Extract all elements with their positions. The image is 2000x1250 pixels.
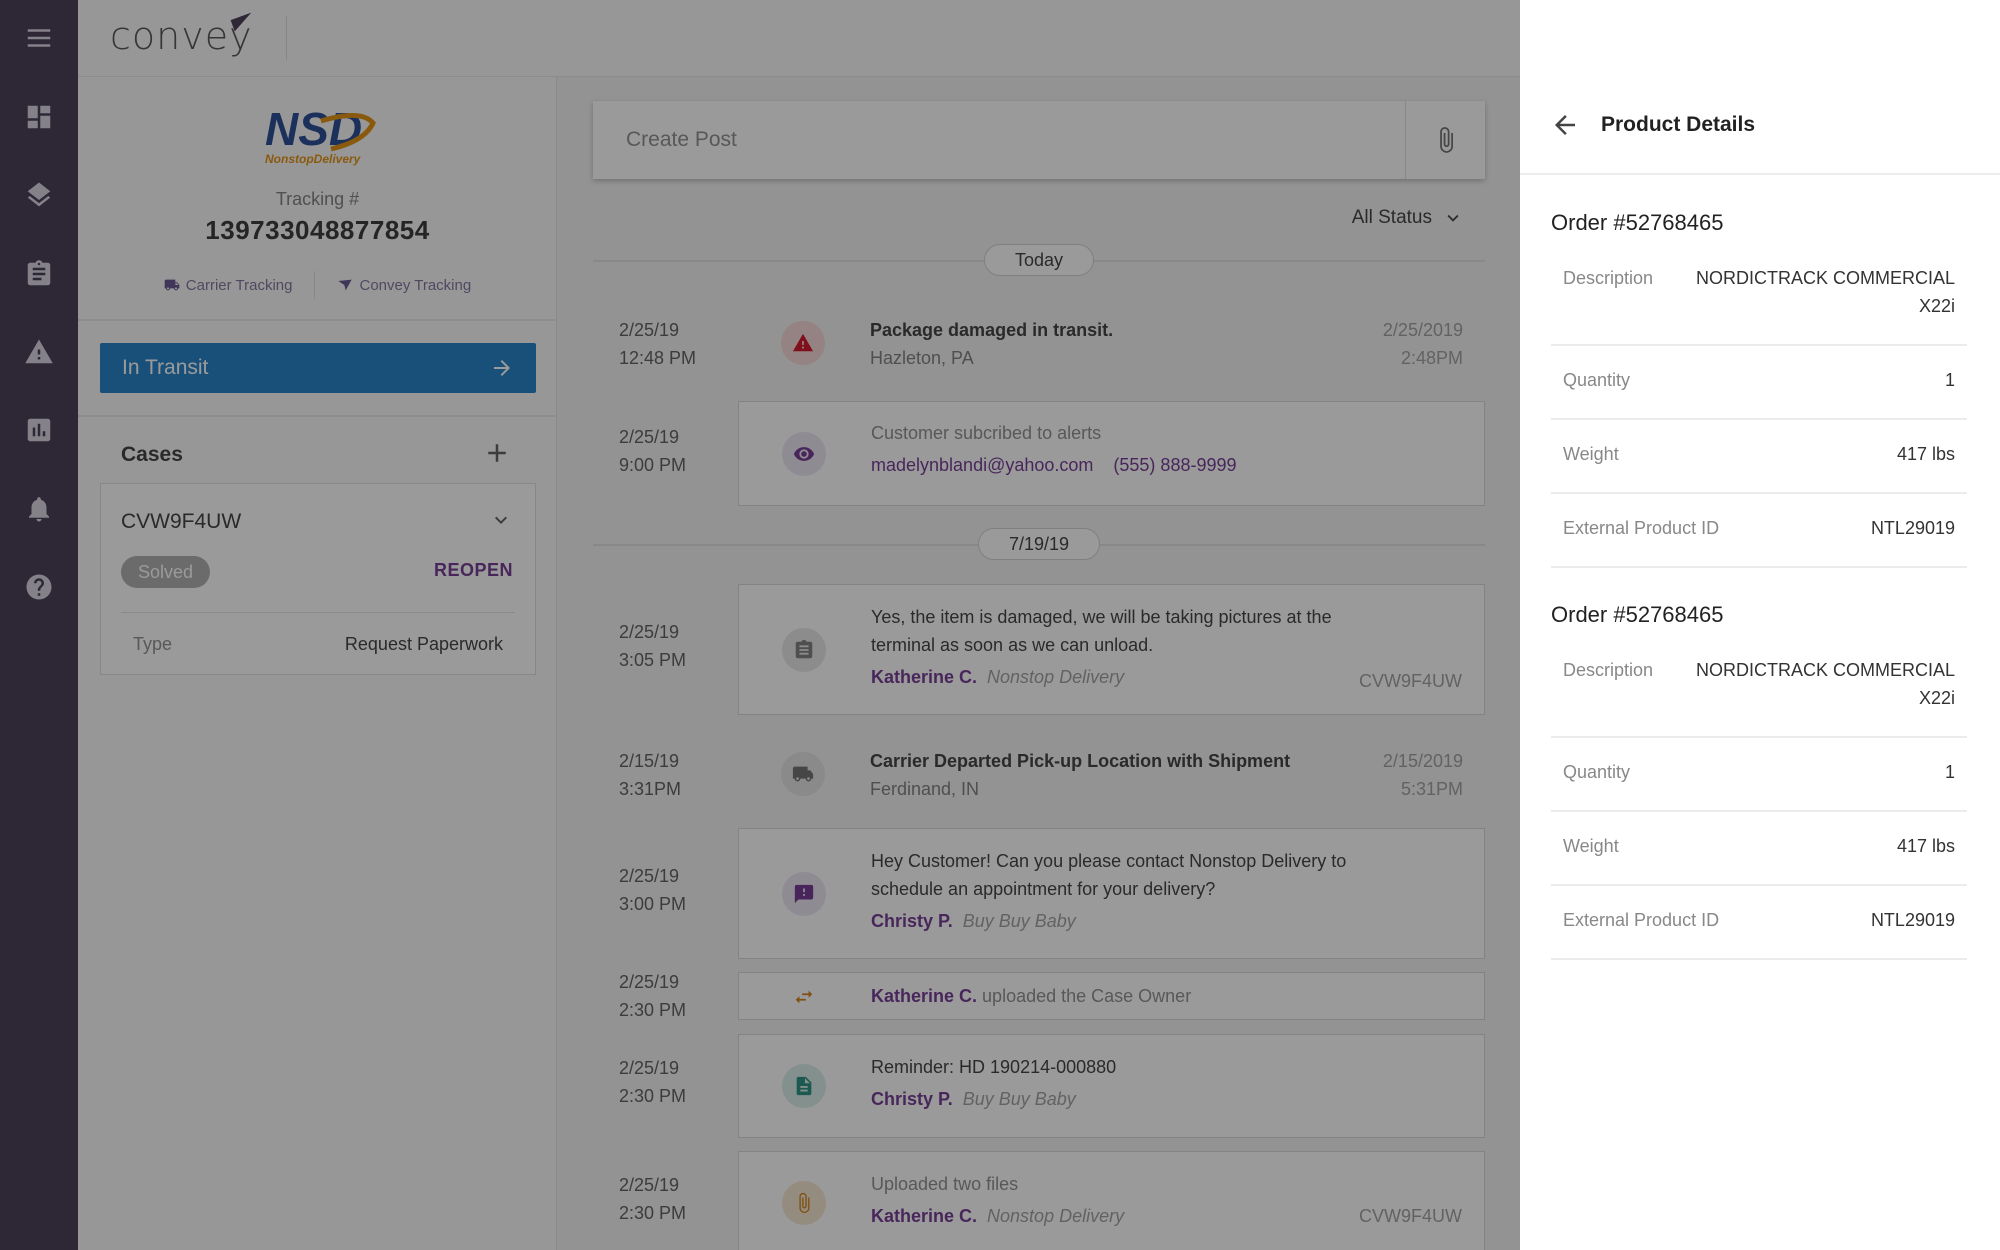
panel-title: Product Details	[1601, 113, 1756, 136]
product-row: Description NORDICTRACK COMMERCIAL X22i	[1551, 258, 1967, 346]
modal-overlay[interactable]	[0, 0, 1520, 1250]
quantity-label: Quantity	[1563, 370, 1631, 390]
back-arrow-icon[interactable]	[1550, 110, 1580, 140]
external-id-value: NTL29019	[1870, 910, 1955, 930]
product-row: External Product ID NTL29019	[1551, 494, 1967, 568]
order-title: Order #52768465	[1551, 210, 1724, 235]
external-id-label: External Product ID	[1563, 518, 1720, 538]
product-row: Quantity 1	[1551, 346, 1967, 420]
weight-value: 417 lbs	[1896, 836, 1955, 856]
order-title: Order #52768465	[1551, 602, 1724, 627]
weight-value: 417 lbs	[1896, 444, 1955, 464]
weight-label: Weight	[1563, 444, 1619, 464]
quantity-value: 1	[1944, 762, 1955, 782]
product-row: External Product ID NTL29019	[1551, 886, 1967, 960]
description-label: Description	[1563, 660, 1654, 680]
external-id-value: NTL29019	[1870, 518, 1955, 538]
product-row: Quantity 1	[1551, 738, 1967, 812]
quantity-value: 1	[1944, 370, 1955, 390]
weight-label: Weight	[1563, 836, 1619, 856]
quantity-label: Quantity	[1563, 762, 1631, 782]
product-row: Description NORDICTRACK COMMERCIAL X22i	[1551, 650, 1967, 738]
product-row: Weight 417 lbs	[1551, 420, 1967, 494]
product-row: Weight 417 lbs	[1551, 812, 1967, 886]
description-value: NORDICTRACK COMMERCIAL X22i	[1695, 660, 1955, 708]
description-value: NORDICTRACK COMMERCIAL X22i	[1695, 268, 1955, 316]
panel-header: Product Details	[1520, 77, 2000, 175]
external-id-label: External Product ID	[1563, 910, 1720, 930]
description-label: Description	[1563, 268, 1654, 288]
product-details-panel: Product Details Order #52768465 Descript…	[1520, 0, 2000, 1250]
